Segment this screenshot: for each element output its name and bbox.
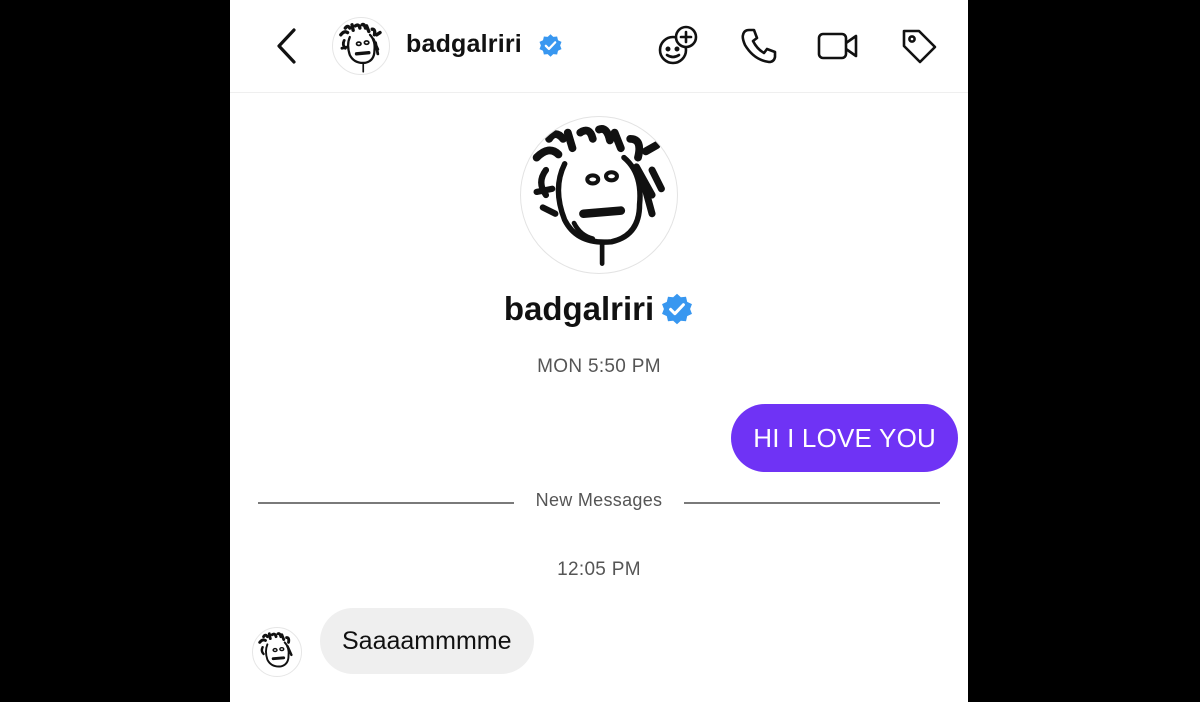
chat-screen: badgalriri badgalriri MON 5:50 PM HI I L…: [230, 0, 968, 702]
new-messages-label: New Messages: [535, 490, 663, 510]
phone-icon: [741, 28, 777, 64]
profile-username[interactable]: badgalriri: [504, 290, 654, 327]
doodle-face-avatar: [532, 125, 665, 266]
back-button[interactable]: [270, 24, 302, 68]
doodle-face-avatar: [258, 632, 293, 668]
tag-button[interactable]: [897, 24, 941, 68]
profile-name: badgalriri: [230, 290, 968, 328]
header-username[interactable]: badgalriri: [406, 30, 522, 59]
sticker-plus-icon: [658, 25, 698, 65]
tag-icon: [902, 29, 937, 64]
message-timestamp: MON 5:50 PM: [537, 356, 661, 377]
audio-call-button[interactable]: [737, 24, 781, 68]
video-call-button[interactable]: [816, 24, 860, 68]
new-messages-divider: New Messages: [258, 490, 940, 516]
effects-button[interactable]: [656, 24, 700, 68]
header-avatar[interactable]: [332, 17, 390, 75]
video-camera-icon: [817, 32, 858, 60]
chat-header: badgalriri: [230, 0, 968, 93]
doodle-face-avatar: [339, 22, 382, 73]
sender-avatar[interactable]: [252, 627, 302, 677]
divider-line-right: [684, 502, 940, 504]
incoming-message-bubble[interactable]: Saaaammmme: [320, 608, 534, 674]
profile-avatar[interactable]: [520, 116, 678, 274]
chevron-left-icon: [277, 28, 296, 64]
outgoing-message-bubble[interactable]: HI I LOVE YOU: [731, 404, 958, 472]
verified-badge-icon: [662, 293, 693, 325]
verified-badge-icon: [539, 34, 562, 57]
message-timestamp: 12:05 PM: [557, 559, 641, 580]
